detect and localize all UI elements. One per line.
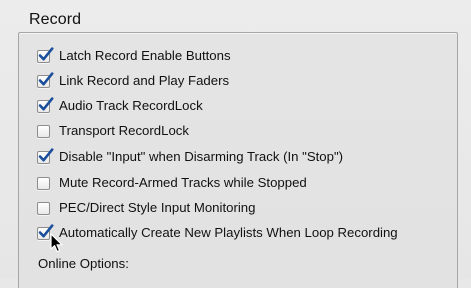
- option-label: Transport RecordLock: [59, 123, 189, 138]
- option-label: Mute Record-Armed Tracks while Stopped: [59, 175, 307, 190]
- option-auto-create-playlists-loop-recording[interactable]: Automatically Create New Playlists When …: [37, 223, 398, 242]
- section-title: Record: [29, 11, 82, 28]
- option-audio-track-recordlock[interactable]: Audio Track RecordLock: [37, 96, 203, 115]
- option-disable-input-when-disarming[interactable]: Disable "Input" when Disarming Track (In…: [37, 147, 344, 166]
- option-mute-record-armed-tracks[interactable]: Mute Record-Armed Tracks while Stopped: [37, 174, 307, 192]
- option-label: PEC/Direct Style Input Monitoring: [59, 200, 256, 215]
- option-pec-direct-input-monitoring[interactable]: PEC/Direct Style Input Monitoring: [37, 199, 255, 217]
- check-icon: [38, 96, 54, 110]
- checkbox[interactable]: [37, 176, 50, 190]
- checkbox[interactable]: [37, 96, 54, 113]
- option-label: Latch Record Enable Buttons: [59, 48, 231, 63]
- checkbox[interactable]: [37, 147, 54, 164]
- checkbox[interactable]: [37, 71, 54, 88]
- option-label: Automatically Create New Playlists When …: [59, 225, 398, 240]
- record-preferences-panel: Record Latch Record Enable Buttons Link …: [0, 0, 471, 288]
- option-link-record-play-faders[interactable]: Link Record and Play Faders: [37, 71, 230, 90]
- checkbox[interactable]: [37, 124, 50, 138]
- option-latch-record-enable[interactable]: Latch Record Enable Buttons: [37, 46, 231, 65]
- option-label: Audio Track RecordLock: [59, 98, 203, 113]
- check-icon: [38, 147, 54, 161]
- mouse-pointer-icon: [50, 233, 63, 253]
- checkbox[interactable]: [37, 46, 54, 63]
- checkbox[interactable]: [37, 223, 54, 240]
- check-icon: [38, 46, 54, 60]
- option-label: Disable "Input" when Disarming Track (In…: [59, 149, 344, 164]
- option-label: Link Record and Play Faders: [59, 73, 230, 88]
- online-options-label: Online Options:: [38, 256, 129, 271]
- option-transport-recordlock[interactable]: Transport RecordLock: [37, 122, 189, 140]
- check-icon: [38, 71, 54, 85]
- checkbox[interactable]: [37, 201, 50, 215]
